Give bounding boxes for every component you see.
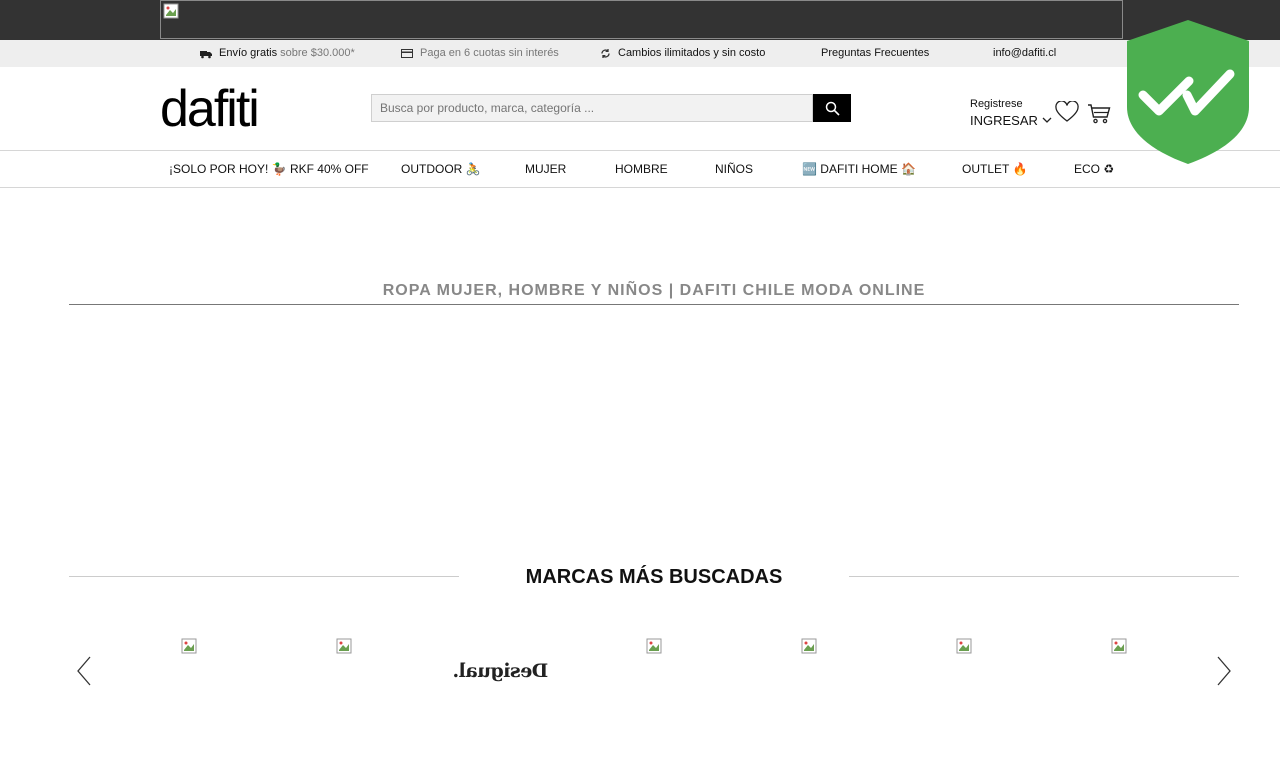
register-link[interactable]: Registrese: [970, 98, 1023, 110]
nav-item-dafiti-home[interactable]: 🆕 DAFITI HOME 🏠: [802, 151, 916, 187]
email-link[interactable]: info@dafiti.cl: [993, 40, 1056, 67]
faq-link[interactable]: Preguntas Frecuentes: [821, 40, 929, 67]
main-nav: ¡SOLO POR HOY! 🦆 RKF 40% OFF OUTDOOR 🚴 M…: [0, 151, 1280, 188]
search-input[interactable]: [371, 94, 813, 122]
broken-image-icon: [163, 3, 179, 19]
search-button[interactable]: [813, 94, 851, 122]
free-shipping-condition: sobre $30.000*: [280, 47, 355, 59]
brand-logo-1[interactable]: [181, 638, 311, 708]
login-dropdown[interactable]: INGRESAR: [970, 113, 1052, 128]
broken-image-icon: [1111, 638, 1127, 654]
free-shipping-label: Envío gratis: [219, 47, 278, 59]
installments-info[interactable]: Paga en 6 cuotas sin interés: [401, 40, 559, 67]
exchanges-info[interactable]: Cambios ilimitados y sin costo: [600, 40, 765, 67]
broken-image-icon: [801, 638, 817, 654]
security-shield-icon[interactable]: [1126, 19, 1250, 165]
truck-icon: [200, 50, 212, 58]
brands-divider-left: [69, 576, 459, 577]
heart-icon[interactable]: [1055, 101, 1079, 123]
site-header: dafiti Registrese INGRESAR: [0, 67, 1280, 151]
brand-logo-desigual[interactable]: Desigual.: [453, 660, 548, 682]
nav-item-outlet[interactable]: OUTLET 🔥: [962, 151, 1027, 187]
cart-icon[interactable]: [1087, 103, 1111, 125]
login-label: INGRESAR: [970, 113, 1038, 128]
brand-logo-7[interactable]: [1111, 638, 1241, 708]
search-icon: [825, 101, 840, 116]
credit-card-icon: [401, 49, 413, 58]
banner-image[interactable]: [160, 0, 1123, 39]
nav-item-ninos[interactable]: NIÑOS: [715, 151, 753, 187]
chevron-left-icon[interactable]: [76, 655, 92, 687]
brands-section-title: MARCAS MÁS BUSCADAS: [525, 566, 783, 588]
brands-divider-right: [849, 576, 1239, 577]
page-title: ROPA MUJER, HOMBRE Y NIÑOS | DAFITI CHIL…: [69, 278, 1239, 305]
installments-label: Paga en 6 cuotas sin interés: [420, 47, 559, 59]
broken-image-icon: [646, 638, 662, 654]
nav-item-hombre[interactable]: HOMBRE: [615, 151, 668, 187]
brand-logo-5[interactable]: [801, 638, 931, 708]
brand-logo-6[interactable]: [956, 638, 1086, 708]
info-bar: Envío gratis sobre $30.000* Paga en 6 cu…: [0, 40, 1280, 67]
chevron-down-icon: [1042, 117, 1052, 123]
broken-image-icon: [336, 638, 352, 654]
free-shipping-info[interactable]: Envío gratis sobre $30.000*: [200, 40, 355, 67]
broken-image-icon: [956, 638, 972, 654]
exchanges-label: Cambios ilimitados y sin costo: [618, 47, 766, 59]
nav-item-eco[interactable]: ECO ♻: [1074, 151, 1114, 187]
brand-logo-4[interactable]: [646, 638, 776, 708]
top-banner: [0, 0, 1280, 40]
nav-item-outdoor[interactable]: OUTDOOR 🚴: [401, 151, 481, 187]
nav-item-mujer[interactable]: MUJER: [525, 151, 566, 187]
brand-logo-2[interactable]: [336, 638, 466, 708]
refresh-icon: [601, 49, 610, 58]
dafiti-logo[interactable]: dafiti: [160, 81, 260, 137]
broken-image-icon: [181, 638, 197, 654]
nav-item-rkf-offer[interactable]: ¡SOLO POR HOY! 🦆 RKF 40% OFF: [169, 151, 369, 187]
